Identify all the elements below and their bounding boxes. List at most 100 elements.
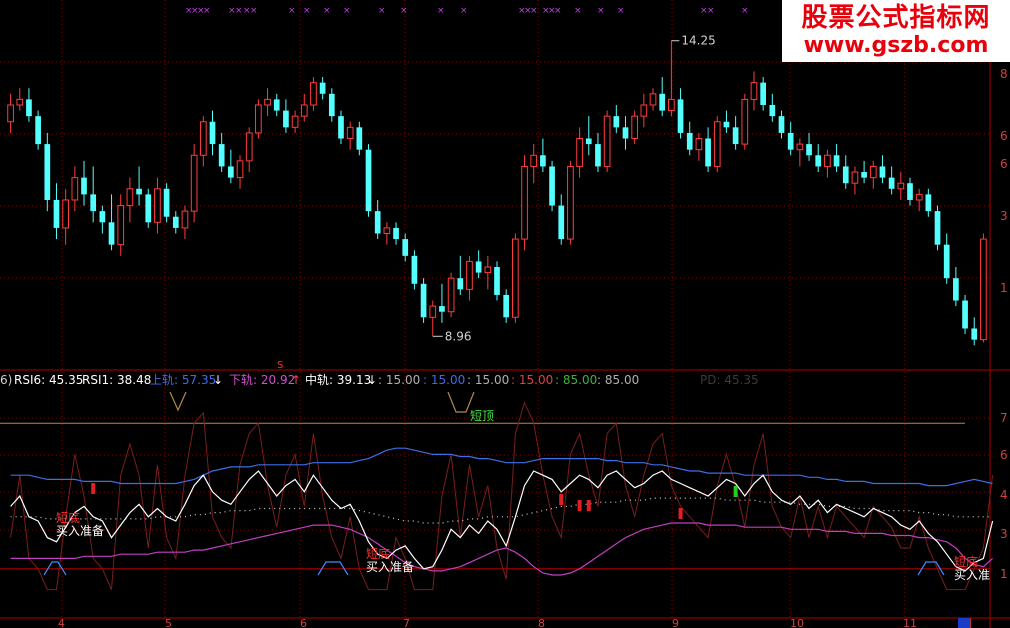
candle-down: [833, 155, 840, 167]
cross-marker: ×: [617, 6, 625, 16]
candle-up: [245, 132, 253, 162]
high-price-label: 14.25: [681, 34, 715, 48]
candle-down: [558, 205, 565, 240]
rsi1-value: RSI1: 38.48: [82, 373, 151, 387]
candle-up: [640, 104, 648, 117]
cross-markers: ×××××××××××××××××××××××××××××: [185, 6, 789, 16]
level-1: : 15.00: [378, 373, 420, 387]
candle-down: [374, 211, 381, 234]
indicator-tick-label: 1: [1000, 567, 1008, 581]
candle-down: [686, 132, 693, 150]
candle-down: [769, 104, 776, 117]
candle-up: [264, 98, 271, 106]
cross-marker: ×: [741, 6, 749, 16]
cross-marker: ×: [235, 6, 243, 16]
candle-up: [576, 138, 583, 167]
price-tick-label: 1: [1000, 281, 1008, 295]
candle-up: [236, 160, 244, 179]
indicator-tick-label: 6: [1000, 448, 1008, 462]
candle-up: [915, 193, 923, 201]
cross-marker: ×: [597, 6, 605, 16]
candle-down: [402, 239, 409, 256]
candle-down: [705, 138, 711, 167]
candle-down: [815, 155, 822, 167]
indicator-lines: [0, 400, 994, 591]
candle-down: [585, 138, 592, 145]
signal-bar-red: [91, 483, 96, 494]
candle-down: [218, 144, 225, 167]
candle-up: [980, 238, 987, 341]
date-tick-label: 9: [672, 617, 679, 628]
candle-down: [613, 116, 620, 128]
candle-down: [760, 82, 766, 105]
candle-up: [7, 104, 14, 123]
candle-up: [16, 98, 24, 106]
signal-markers: ×××××××××××××××××××××××××××××: [43, 6, 945, 576]
price-labels: 14.25 8.96: [432, 34, 716, 343]
candle-down: [861, 172, 867, 178]
faded-value: PD: 45.35: [700, 373, 759, 387]
lower-arrow: ↑: [291, 373, 301, 387]
candle-up: [695, 138, 703, 151]
rsi6-line: [10, 470, 994, 572]
date-tick-label: 6: [300, 617, 307, 628]
candle-down: [732, 127, 739, 145]
candle-down: [971, 328, 978, 340]
level-5: : 85.00: [555, 373, 597, 387]
signal-bar-red: [577, 500, 582, 511]
low-price-label: 8.96: [445, 329, 472, 343]
candle-down: [907, 183, 913, 200]
candle-up: [383, 227, 391, 234]
price-tick-label: 3: [1000, 209, 1008, 223]
signal-bar-red: [678, 508, 683, 519]
price-tick-label: 6: [1000, 129, 1008, 143]
short-bottom-label-1: 短底: [56, 510, 80, 525]
candle-down: [53, 199, 60, 228]
candle-down: [411, 255, 418, 284]
price-axis: 8 6 6 3 1: [1000, 67, 1008, 295]
stock-chart: 14.25 8.96 8 6 6 3 1 7 6 4 3 1 6) RSI6: 45.35 RS…: [0, 0, 1010, 628]
level-6: : 85.00: [597, 373, 639, 387]
candle-up: [750, 82, 758, 100]
candle-down: [622, 127, 629, 139]
candle-up: [300, 104, 308, 117]
candle-down: [163, 188, 170, 217]
candle-up: [62, 199, 69, 229]
indicator-header: 6) RSI6: 45.35 RSI1: 38.48 上轨: 57.35 ↓ 下…: [0, 372, 759, 387]
candle-up: [512, 238, 519, 318]
candle-up: [447, 277, 455, 313]
watermark-title: 股票公式指标网: [801, 3, 991, 33]
price-candles: [7, 40, 987, 346]
candle-down: [503, 294, 510, 318]
lower-band-line: [10, 522, 994, 576]
candle-down: [273, 99, 280, 111]
buy-prep-label-2: 买入准备: [366, 560, 414, 574]
header-prefix: 6): [0, 373, 12, 387]
candle-down: [365, 149, 372, 212]
cross-marker: ×: [400, 6, 408, 16]
candle-down: [90, 194, 97, 212]
candle-up: [117, 205, 125, 246]
lower-band-value: 下轨: 20.92: [229, 373, 295, 387]
candle-down: [209, 121, 216, 145]
candle-up: [466, 260, 473, 290]
cross-marker: ×: [460, 6, 468, 16]
candle-down: [145, 194, 152, 223]
candle-up: [484, 266, 492, 274]
short-bottom-label-2: 短底: [366, 546, 390, 561]
candle-down: [787, 132, 794, 150]
cross-marker: ×: [378, 6, 386, 16]
candle-up: [126, 188, 134, 207]
cross-marker: ×: [530, 6, 538, 16]
candle-down: [26, 99, 32, 117]
rsi6-value: RSI6: 45.35: [14, 373, 83, 387]
upper-arrow: ↓: [213, 373, 223, 387]
candle-up: [346, 126, 354, 140]
cross-marker: ×: [554, 6, 562, 16]
buy-prep-label-3: 买入准: [954, 568, 990, 582]
candle-up: [567, 165, 574, 240]
watermark-url: www.gszb.com: [803, 33, 989, 58]
candle-up: [255, 104, 262, 134]
watermark: 股票公式指标网 www.gszb.com: [782, 0, 1010, 62]
middle-arrow: ↓: [367, 373, 377, 387]
